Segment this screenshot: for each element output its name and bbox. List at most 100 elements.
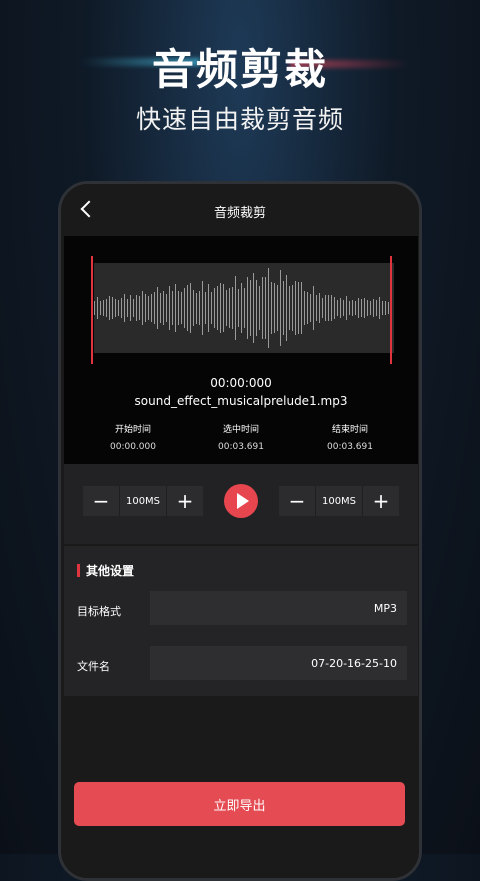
waveform-bar bbox=[388, 301, 389, 315]
start-minus-button[interactable]: − bbox=[83, 486, 119, 516]
waveform[interactable] bbox=[94, 263, 394, 353]
waveform-bar bbox=[118, 299, 119, 317]
end-step-value: 100MS bbox=[315, 486, 363, 516]
waveform-bar bbox=[157, 286, 158, 330]
waveform-bar bbox=[379, 297, 380, 319]
waveform-bar bbox=[337, 300, 338, 316]
waveform-bar bbox=[316, 295, 317, 321]
waveform-bar bbox=[349, 301, 350, 315]
end-minus-button[interactable]: − bbox=[279, 486, 315, 516]
waveform-bar bbox=[334, 296, 335, 320]
selected-time-label: 选中时间 bbox=[222, 425, 259, 435]
end-stepper: − 100MS + bbox=[279, 486, 399, 516]
waveform-bar bbox=[364, 298, 365, 318]
start-time-label: 开始时间 bbox=[114, 425, 151, 435]
waveform-bar bbox=[259, 285, 260, 331]
filename-field[interactable]: 07-20-16-25-10 bbox=[150, 646, 407, 680]
waveform-bar bbox=[313, 285, 314, 331]
current-time: 00:00:000 bbox=[210, 376, 272, 390]
export-button[interactable]: 立即导出 bbox=[74, 782, 405, 826]
end-time-label: 结束时间 bbox=[331, 425, 368, 435]
waveform-bar bbox=[262, 276, 263, 340]
waveform-bar bbox=[346, 295, 347, 321]
waveform-bar bbox=[178, 290, 179, 326]
end-time-stat: 结束时间 00:03.691 bbox=[305, 422, 395, 452]
waveform-bar bbox=[208, 284, 209, 332]
end-time-value: 00:03.691 bbox=[327, 442, 373, 452]
waveform-bar bbox=[289, 285, 290, 331]
section-accent-bar bbox=[77, 564, 80, 577]
waveform-bar bbox=[352, 300, 353, 316]
waveform-bar bbox=[286, 275, 287, 341]
waveform-bar bbox=[97, 296, 98, 320]
waveform-bar bbox=[238, 288, 239, 328]
waveform-bar bbox=[271, 282, 272, 334]
waveform-bar bbox=[328, 294, 329, 322]
waveform-bar bbox=[244, 288, 245, 328]
waveform-bar bbox=[139, 295, 140, 321]
waveform-bar bbox=[310, 293, 311, 323]
start-stepper: − 100MS + bbox=[83, 486, 203, 516]
play-button[interactable] bbox=[224, 484, 258, 518]
screen-title: 音频裁剪 bbox=[213, 206, 266, 221]
waveform-bar bbox=[367, 300, 368, 316]
start-step-value: 100MS bbox=[119, 486, 167, 516]
waveform-bar bbox=[253, 273, 254, 343]
waveform-bar bbox=[136, 294, 137, 322]
filename-label: 文件名 bbox=[77, 660, 110, 673]
waveform-bar bbox=[376, 299, 377, 317]
waveform-bar bbox=[199, 291, 200, 325]
section-title: 其他设置 bbox=[86, 564, 135, 578]
waveform-bar bbox=[361, 299, 362, 317]
format-label: 目标格式 bbox=[77, 605, 121, 618]
waveform-bar bbox=[301, 281, 302, 335]
end-plus-button[interactable]: + bbox=[363, 486, 399, 516]
top-bar: 音频裁剪 bbox=[61, 184, 419, 236]
format-field[interactable]: MP3 bbox=[150, 591, 407, 625]
waveform-bar bbox=[250, 280, 251, 336]
waveform-bar bbox=[265, 276, 266, 340]
waveform-bar bbox=[112, 296, 113, 319]
waveform-bar bbox=[355, 301, 356, 315]
promo-title: 音频剪裁 bbox=[151, 45, 328, 94]
waveform-bar bbox=[217, 286, 218, 330]
selected-time-value: 00:03.691 bbox=[218, 442, 264, 452]
waveform-bar bbox=[145, 293, 146, 323]
waveform-bar bbox=[280, 270, 281, 346]
waveform-bar bbox=[220, 282, 221, 334]
waveform-bar bbox=[304, 290, 305, 326]
waveform-bar bbox=[175, 283, 176, 333]
waveform-bar bbox=[187, 285, 188, 331]
filename-value: 07-20-16-25-10 bbox=[311, 656, 397, 670]
phone-frame: 音频裁剪 00:00:000 sound_effect_musicalprelu… bbox=[58, 181, 422, 881]
waveform-bar bbox=[169, 285, 170, 331]
start-marker-handle[interactable] bbox=[91, 256, 93, 364]
waveform-bar bbox=[382, 301, 383, 315]
waveform-bar bbox=[295, 281, 296, 335]
waveform-bar bbox=[319, 292, 320, 324]
start-time-value: 00:00.000 bbox=[110, 442, 156, 452]
promo-subtitle: 快速自由裁剪音频 bbox=[135, 105, 344, 134]
waveform-bar bbox=[205, 291, 206, 325]
start-plus-button[interactable]: + bbox=[167, 486, 203, 516]
waveform-bar bbox=[331, 294, 332, 322]
waveform-bar bbox=[148, 295, 149, 321]
waveform-bar bbox=[256, 279, 257, 337]
waveform-bar bbox=[181, 292, 182, 324]
start-time-stat: 开始时间 00:00.000 bbox=[88, 422, 178, 452]
waveform-bar bbox=[202, 281, 203, 335]
file-name: sound_effect_musicalprelude1.mp3 bbox=[134, 394, 348, 408]
end-marker-handle[interactable] bbox=[390, 256, 392, 364]
waveform-bar bbox=[109, 296, 110, 320]
waveform-bar bbox=[193, 289, 194, 327]
other-settings-panel: 其他设置 目标格式 MP3 文件名 07-20-16-25-10 bbox=[64, 546, 418, 696]
waveform-bar bbox=[133, 298, 134, 318]
waveform-bars bbox=[94, 263, 394, 353]
waveform-panel: 00:00:000 sound_effect_musicalprelude1.m… bbox=[64, 236, 418, 464]
playback-controls: − 100MS + − 100MS + bbox=[64, 464, 418, 544]
waveform-bar bbox=[106, 298, 107, 318]
waveform-bar bbox=[163, 291, 164, 325]
waveform-bar bbox=[325, 294, 326, 322]
app-screen: 音频裁剪 00:00:000 sound_effect_musicalprelu… bbox=[61, 184, 419, 878]
waveform-bar bbox=[307, 291, 308, 325]
